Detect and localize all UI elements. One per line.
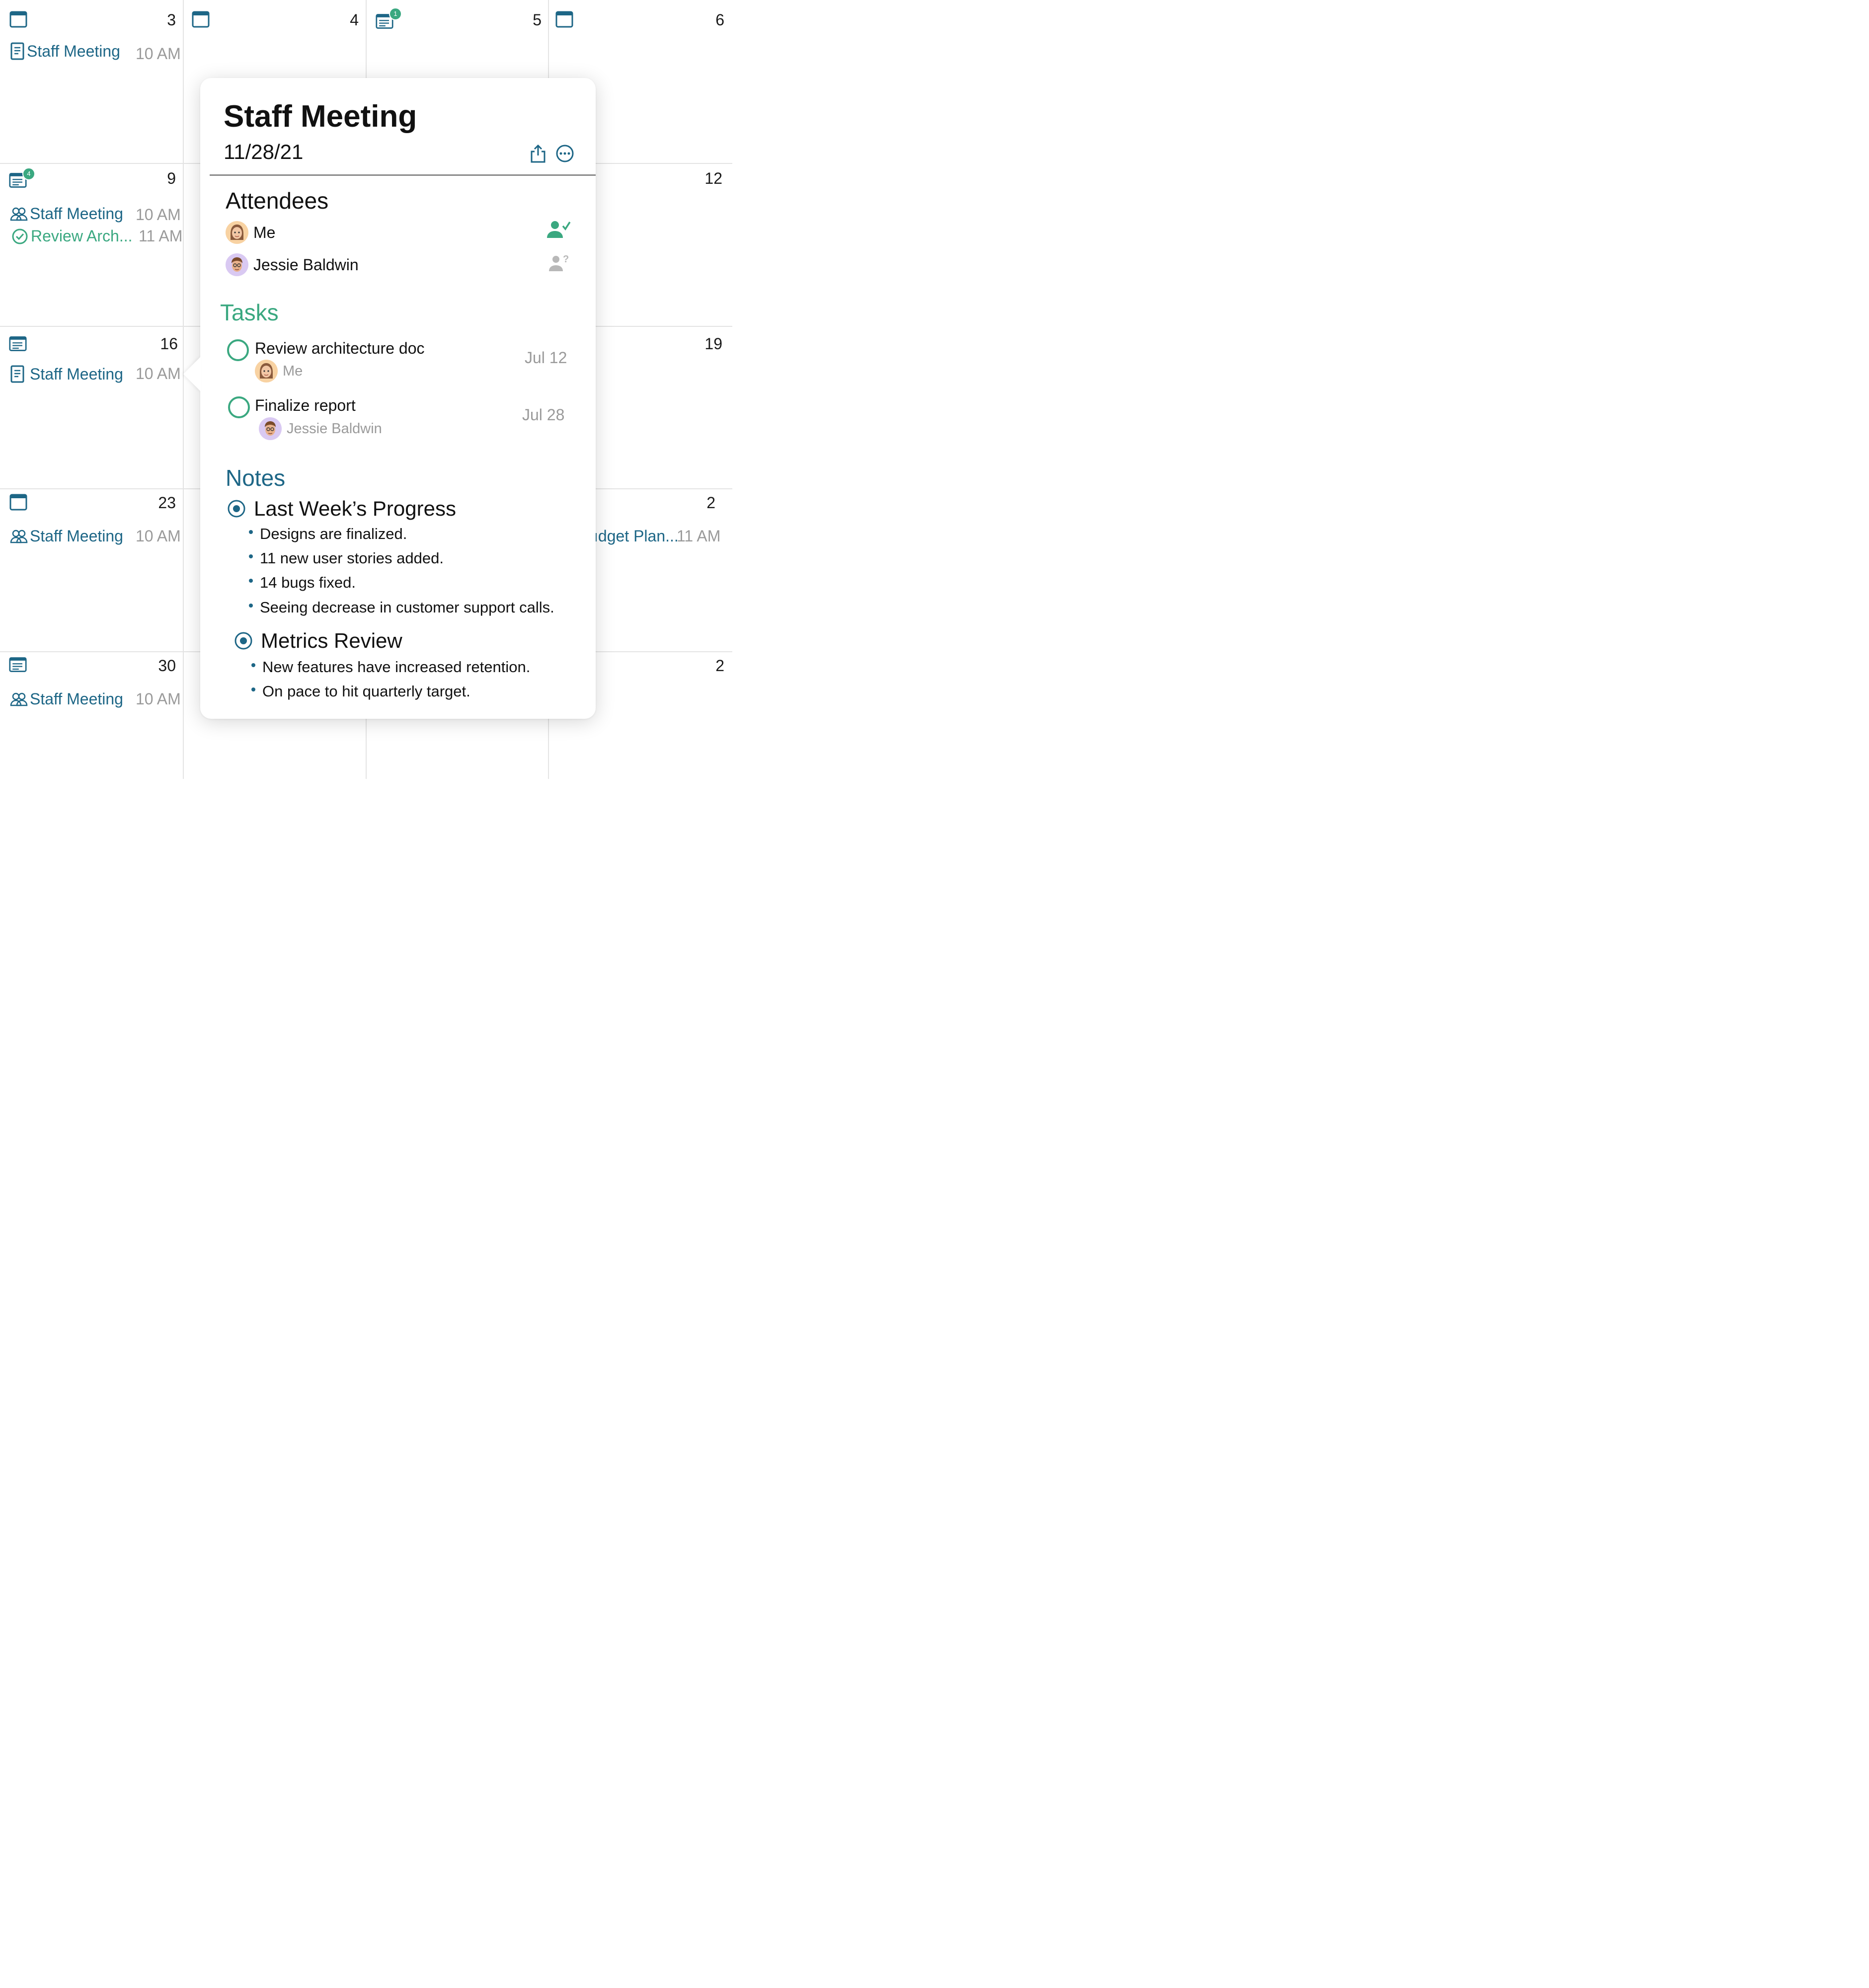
note-section-title: Metrics Review <box>261 629 402 652</box>
event-time: 10 AM <box>136 45 181 63</box>
event-item[interactable]: Staff Meeting 10 AM <box>10 42 182 63</box>
note-bullet: Seeing decrease in customer support call… <box>249 599 554 616</box>
notes-count-badge: 4 <box>22 167 35 180</box>
notes-heading: Notes <box>226 465 286 491</box>
event-title: ıdget Plan... <box>594 527 679 545</box>
attendee-pending-icon: ? <box>549 254 569 271</box>
note-section-header[interactable]: Metrics Review <box>234 629 402 653</box>
note-section-header[interactable]: Last Week’s Progress <box>227 497 456 521</box>
task-checkbox[interactable] <box>228 396 250 418</box>
task-checkbox[interactable] <box>227 339 249 361</box>
task-time: 11 AM <box>139 227 183 245</box>
calendar-day-icon[interactable] <box>9 494 27 511</box>
attendees-heading: Attendees <box>226 188 329 214</box>
event-item[interactable]: Staff Meeting 10 AM <box>10 690 182 708</box>
task-title[interactable]: Review architecture doc <box>255 339 424 358</box>
day-number: 19 <box>704 335 722 353</box>
task-assignee: Me <box>255 360 303 382</box>
day-number: 30 <box>158 657 176 675</box>
event-title: Staff Meeting <box>30 527 123 545</box>
event-time: 11 AM <box>677 527 721 545</box>
task-complete-icon <box>12 229 28 244</box>
note-section-title: Last Week’s Progress <box>254 497 456 520</box>
people-icon <box>10 530 28 543</box>
calendar-day-icon[interactable] <box>555 11 573 28</box>
notes-count-badge: 1 <box>389 7 402 20</box>
day-number: 2 <box>706 494 715 512</box>
tasks-heading: Tasks <box>220 300 279 325</box>
event-title: Staff Meeting <box>30 365 123 383</box>
document-icon <box>10 42 24 60</box>
note-bullet: New features have increased retention. <box>251 658 530 676</box>
avatar <box>259 417 282 440</box>
task-title[interactable]: Finalize report <box>255 396 356 415</box>
event-time: 10 AM <box>136 206 181 224</box>
popover-arrow <box>183 356 201 392</box>
event-item[interactable]: Staff Meeting 10 AM <box>10 365 182 383</box>
svg-text:?: ? <box>563 254 569 265</box>
attendee-name: Jessie Baldwin <box>253 255 359 274</box>
event-title: Staff Meeting <box>30 205 123 223</box>
note-bullet: 14 bugs fixed. <box>249 574 356 592</box>
task-due-date: Jul 12 <box>525 349 567 367</box>
avatar <box>226 221 248 244</box>
memoji-man-icon <box>265 421 276 436</box>
day-number: 2 <box>715 657 724 675</box>
event-item[interactable]: Staff Meeting 10 AM <box>10 527 182 545</box>
share-icon[interactable] <box>528 144 548 163</box>
assignee-name: Me <box>283 363 303 379</box>
memoji-woman-icon <box>231 225 243 240</box>
more-options-icon[interactable] <box>555 144 575 163</box>
event-title: Staff Meeting <box>30 690 123 708</box>
event-time: 10 AM <box>136 527 181 545</box>
event-time: 10 AM <box>136 690 181 708</box>
event-item[interactable]: Staff Meeting 10 AM <box>10 205 182 224</box>
note-bullet: 11 new user stories added. <box>249 549 444 567</box>
attendee-row[interactable]: Me <box>226 221 275 244</box>
day-number: 16 <box>160 335 178 353</box>
day-number: 23 <box>158 494 176 512</box>
calendar-day-icon[interactable] <box>9 11 27 28</box>
calendar-day-icon[interactable] <box>192 11 210 28</box>
header-divider <box>210 174 596 176</box>
popover-date: 11/28/21 <box>224 140 304 163</box>
people-icon <box>10 692 28 706</box>
note-bullet: On pace to hit quarterly target. <box>251 683 470 700</box>
event-detail-popover: Staff Meeting 11/28/21 Attendees Me Jess… <box>183 78 596 719</box>
task-item[interactable]: Review Arch... 11 AM <box>11 227 182 245</box>
attendee-row[interactable]: Jessie Baldwin <box>226 253 359 276</box>
notes-day-icon[interactable] <box>9 656 27 673</box>
note-bullet: Designs are finalized. <box>249 525 407 543</box>
assignee-name: Jessie Baldwin <box>287 420 382 437</box>
attendee-name: Me <box>253 223 276 241</box>
notes-day-icon[interactable] <box>9 335 27 352</box>
day-number: 3 <box>167 11 176 29</box>
avatar <box>255 360 278 382</box>
day-number: 9 <box>167 169 176 187</box>
event-title: Staff Meeting <box>27 42 120 60</box>
radio-selected-icon <box>228 500 245 518</box>
day-number: 12 <box>704 169 722 187</box>
avatar <box>226 253 248 276</box>
radio-selected-icon <box>234 632 252 650</box>
day-number: 4 <box>350 11 359 29</box>
event-item[interactable]: ıdget Plan... 11 AM <box>594 527 728 545</box>
task-assignee: Jessie Baldwin <box>259 417 382 440</box>
task-due-date: Jul 28 <box>522 406 565 424</box>
day-number: 5 <box>533 11 542 29</box>
attendee-accepted-icon <box>547 221 571 238</box>
memoji-woman-icon <box>260 363 273 379</box>
popover-title: Staff Meeting <box>224 99 417 134</box>
event-time: 10 AM <box>136 365 181 382</box>
document-icon <box>10 365 24 383</box>
task-title: Review Arch... <box>31 227 133 245</box>
day-number: 6 <box>715 11 724 29</box>
memoji-man-icon <box>232 257 242 272</box>
people-icon <box>10 207 28 221</box>
